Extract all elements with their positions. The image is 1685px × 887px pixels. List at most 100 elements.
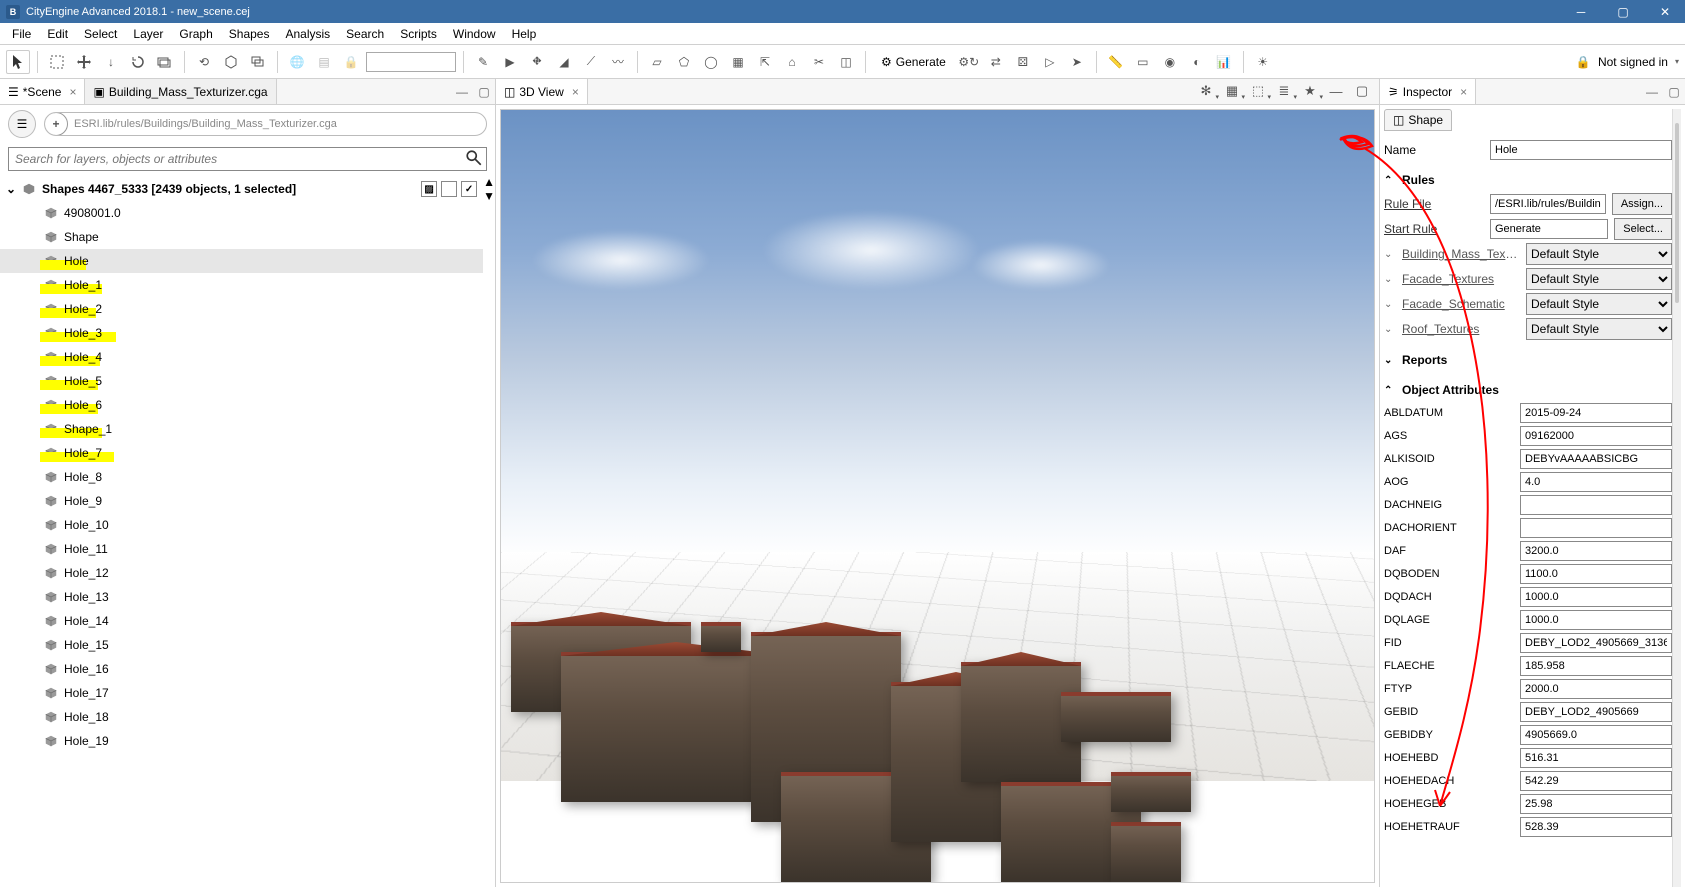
tree-item[interactable]: Hole_1 [0,273,483,297]
poly-shape-icon[interactable]: ⬠ [672,50,696,74]
tab-3d-view-close-icon[interactable]: × [572,85,579,99]
curve-tool-icon[interactable]: 〰 [606,50,630,74]
viewport-3d[interactable] [500,109,1375,883]
attr-value-field[interactable] [1520,403,1672,423]
attr-value-field[interactable] [1520,426,1672,446]
attr-value-field[interactable] [1520,472,1672,492]
attr-value-field[interactable] [1520,725,1672,745]
scroll-down-icon[interactable]: ▼ [483,189,495,203]
signin-label[interactable]: Not signed in [1598,55,1672,69]
attr-value-field[interactable] [1520,748,1672,768]
rect-shape-icon[interactable]: ▱ [645,50,669,74]
tab-scene[interactable]: ☰ *Scene × [0,79,85,104]
inspector-scroll-thumb[interactable] [1675,123,1679,303]
seed-icon[interactable]: ⚄ [1011,50,1035,74]
menu-file[interactable]: File [4,25,39,43]
style-select[interactable]: Default Style [1526,243,1672,265]
tree-item[interactable]: Hole_18 [0,705,483,729]
slice-tool-icon[interactable]: ◫ [834,50,858,74]
tree-item[interactable]: Hole_16 [0,657,483,681]
view-wire-icon[interactable]: ▦▾ [1221,81,1243,101]
menu-select[interactable]: Select [76,25,125,43]
scale-tool-icon[interactable] [153,50,177,74]
panel-minimize-icon[interactable]: — [451,79,473,104]
attr-value-field[interactable] [1520,794,1672,814]
menu-search[interactable]: Search [338,25,392,43]
tree-root[interactable]: ⌄ Shapes 4467_5333 [2439 objects, 1 sele… [0,177,483,201]
name-field[interactable] [1490,140,1672,160]
cancel-gen-icon[interactable]: ▷ [1038,50,1062,74]
frame-tool-icon[interactable] [45,50,69,74]
chevron-down-icon[interactable]: ⌄ [6,182,16,196]
tree-item[interactable]: Hole_17 [0,681,483,705]
close-button[interactable]: ✕ [1651,5,1679,19]
attr-value-field[interactable] [1520,679,1672,699]
tree-item[interactable]: Shape_1 [0,417,483,441]
panel-maximize-icon[interactable]: ▢ [473,79,495,104]
grid-shape-icon[interactable]: ▦ [726,50,750,74]
toolbar-input[interactable] [366,52,456,72]
minimize-button[interactable]: ─ [1567,5,1595,19]
layer-tool-icon[interactable]: ▤ [312,50,336,74]
viewdome-icon[interactable]: ◐ [1185,50,1209,74]
attr-value-field[interactable] [1520,518,1672,538]
house-shape-icon[interactable]: ⌂ [780,50,804,74]
tree-item[interactable]: Hole_6 [0,393,483,417]
attr-value-field[interactable] [1520,817,1672,837]
view-layers-icon[interactable]: ≣▾ [1273,81,1295,101]
shape-type-tab[interactable]: ◫ Shape [1384,109,1452,131]
rotate-tool-icon[interactable] [126,50,150,74]
menu-graph[interactable]: Graph [171,25,220,43]
tree-item[interactable]: Hole_19 [0,729,483,753]
view-axes-icon[interactable]: ✻▾ [1195,81,1217,101]
pointer2-icon[interactable]: ➤ [1065,50,1089,74]
assign-button[interactable]: Assign... [1612,193,1672,215]
menu-shapes[interactable]: Shapes [221,25,278,43]
view-bookmark-icon[interactable]: ★▾ [1299,81,1321,101]
ramp-tool-icon[interactable]: ◢ [552,50,576,74]
lock-tool-icon[interactable]: 🔒 [339,50,363,74]
toggle-hatch-icon[interactable]: ▨ [421,181,437,197]
signin-chevron-icon[interactable]: ▾ [1675,57,1679,66]
attr-value-field[interactable] [1520,449,1672,469]
menu-analysis[interactable]: Analysis [277,25,338,43]
area-tool-icon[interactable]: ▭ [1131,50,1155,74]
menu-window[interactable]: Window [445,25,504,43]
tab-cga[interactable]: ▣ Building_Mass_Texturizer.cga [85,79,276,104]
panel-maximize2-icon[interactable]: ▢ [1351,81,1373,101]
tab-inspector-close-icon[interactable]: × [1460,85,1467,99]
attr-value-field[interactable] [1520,656,1672,676]
tree-item[interactable]: Hole_10 [0,513,483,537]
scale-down-icon[interactable]: ↓ [99,50,123,74]
style-select[interactable]: Default Style [1526,268,1672,290]
visibility-icon[interactable]: ◉ [1158,50,1182,74]
scene-tree[interactable]: ⌄ Shapes 4467_5333 [2439 objects, 1 sele… [0,175,483,887]
move-tool-icon[interactable] [72,50,96,74]
tree-item[interactable]: Hole_5 [0,369,483,393]
tree-item[interactable]: Hole_13 [0,585,483,609]
tree-item[interactable]: Hole_3 [0,321,483,345]
tree-item[interactable]: Hole_14 [0,609,483,633]
tree-item[interactable]: Hole_15 [0,633,483,657]
tree-scrollbar[interactable]: ▲ ▼ [483,175,495,887]
stack-tool-icon[interactable] [246,50,270,74]
split-tool-icon[interactable]: ✂ [807,50,831,74]
menu-edit[interactable]: Edit [39,25,76,43]
toggle-checked-icon[interactable]: ✓ [461,181,477,197]
maximize-button[interactable]: ▢ [1609,5,1637,19]
push-tool-icon[interactable]: ⇱ [753,50,777,74]
tab-scene-close-icon[interactable]: × [69,85,76,99]
layers-round-button[interactable]: ☰ [8,110,36,138]
toggle-empty-icon[interactable] [441,181,457,197]
menu-layer[interactable]: Layer [125,25,171,43]
inspector-scrollbar[interactable] [1672,109,1681,887]
menu-scripts[interactable]: Scripts [392,25,445,43]
attr-value-field[interactable] [1520,633,1672,653]
scroll-up-icon[interactable]: ▲ [483,175,495,189]
add-rule-icon[interactable]: + [44,112,68,136]
attr-value-field[interactable] [1520,541,1672,561]
pen-tool-icon[interactable]: ✎ [471,50,495,74]
tab-3d-view[interactable]: ◫ 3D View × [496,79,588,104]
menu-help[interactable]: Help [504,25,545,43]
generate-button[interactable]: ⚙Generate [873,53,954,71]
